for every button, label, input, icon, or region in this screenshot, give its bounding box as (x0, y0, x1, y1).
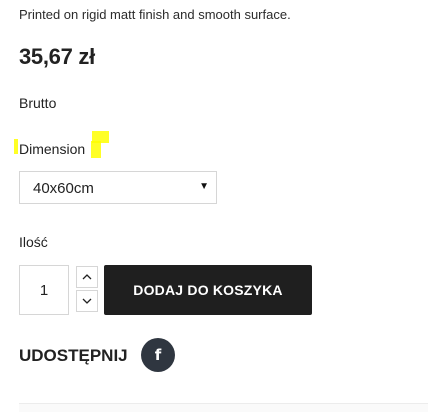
quantity-label: Ilość (19, 234, 48, 250)
dimension-select[interactable]: 40x60cm ▼ (19, 171, 217, 204)
chevron-up-icon (82, 274, 92, 280)
dimension-select-value: 40x60cm (33, 180, 94, 197)
highlight-mark (14, 139, 18, 154)
product-price: 35,67 zł (19, 44, 95, 69)
tax-label: Brutto (19, 95, 57, 111)
quantity-decrease-button[interactable] (76, 290, 98, 312)
dimension-label: Dimension (19, 141, 86, 157)
quantity-increase-button[interactable] (76, 266, 98, 288)
product-description: Printed on rigid matt finish and smooth … (19, 7, 291, 22)
facebook-icon[interactable]: f (141, 338, 175, 372)
chevron-down-icon (82, 298, 92, 304)
add-to-cart-button[interactable]: DODAJ DO KOSZYKA (104, 265, 312, 315)
highlight-mark (91, 141, 101, 158)
caret-down-icon: ▼ (199, 181, 209, 192)
share-title: UDOSTĘPNIJ (19, 346, 128, 365)
quantity-input[interactable]: 1 (19, 265, 69, 315)
